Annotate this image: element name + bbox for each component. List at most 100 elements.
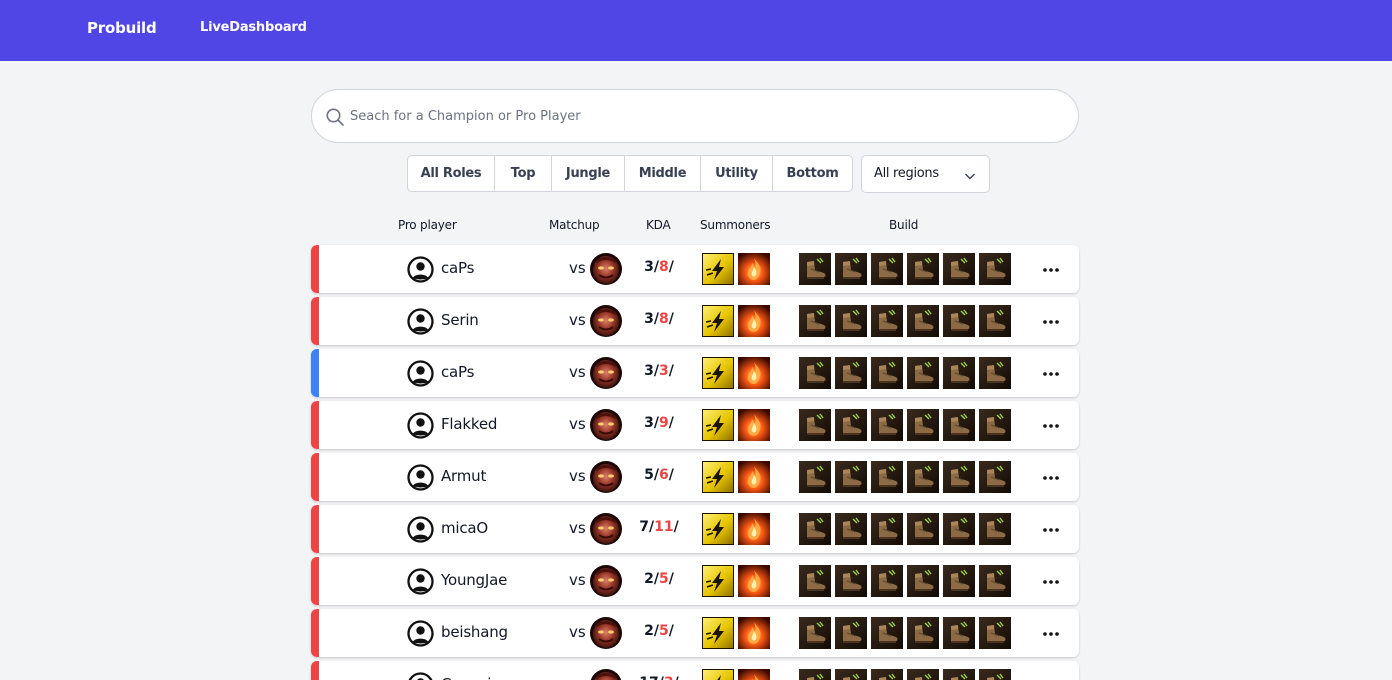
more-options-icon[interactable]: [1042, 580, 1060, 584]
kda-separator: /: [668, 415, 674, 431]
boots-item-icon: [943, 669, 975, 680]
kda-separator: /: [674, 675, 679, 680]
kills: 2: [644, 623, 654, 639]
role-filter-bottom[interactable]: Bottom: [773, 156, 852, 191]
more-options-icon[interactable]: [1042, 528, 1060, 532]
boots-item-icon: [943, 357, 975, 389]
boots-item-icon: [871, 357, 903, 389]
kda-value: 5/6/: [629, 467, 689, 483]
kills: 3: [644, 363, 654, 379]
match-row[interactable]: beishang 3 vs 2/5/: [311, 609, 1079, 657]
boots-item-icon: [799, 253, 831, 285]
player-name[interactable]: Serin: [441, 311, 479, 329]
ignite-icon: [738, 617, 770, 649]
match-row[interactable]: Crownie 10 vs 17/3/: [311, 661, 1079, 680]
role-filter-jungle[interactable]: Jungle: [552, 156, 625, 191]
boots-item-icon: [835, 305, 867, 337]
champion-portrait-icon: 1: [535, 305, 567, 337]
role-filter-utility[interactable]: Utility: [701, 156, 773, 191]
more-options-icon[interactable]: [1042, 632, 1060, 636]
player-avatar-icon: [407, 256, 434, 283]
deaths: 8: [659, 311, 669, 327]
kills: 3: [644, 311, 654, 327]
ignite-icon: [738, 409, 770, 441]
match-row[interactable]: micaO 7 vs 7/11/: [311, 505, 1079, 553]
player-name[interactable]: beishang: [441, 623, 508, 641]
player-name[interactable]: micaO: [441, 519, 488, 537]
boots-item-icon: [979, 305, 1011, 337]
kills: 17: [639, 675, 658, 680]
search-input[interactable]: [350, 102, 1050, 130]
boots-item-icon: [871, 617, 903, 649]
player-avatar-icon: [407, 308, 434, 335]
player-name[interactable]: Crownie: [441, 675, 500, 680]
ignite-icon: [738, 513, 770, 545]
more-options-icon[interactable]: [1042, 268, 1060, 272]
boots-item-icon: [943, 409, 975, 441]
vs-label: vs: [569, 467, 586, 485]
vs-label: vs: [569, 259, 586, 277]
role-filter-top[interactable]: Top: [495, 156, 552, 191]
more-options-icon[interactable]: [1042, 424, 1060, 428]
champion-portrait-icon: 3: [535, 617, 567, 649]
boots-item-icon: [907, 669, 939, 680]
search-bar[interactable]: [311, 89, 1079, 143]
player-name[interactable]: Armut: [441, 467, 486, 485]
match-row[interactable]: Serin 1 vs 3/8/: [311, 297, 1079, 345]
kda-separator: /: [668, 259, 674, 275]
boots-item-icon: [799, 357, 831, 389]
kda-separator: /: [668, 363, 674, 379]
player-name[interactable]: caPs: [441, 363, 474, 381]
player-name[interactable]: Flakked: [441, 415, 497, 433]
opponent-champion-portrait-icon: [590, 409, 622, 441]
boots-item-icon: [799, 461, 831, 493]
player-avatar-icon: [407, 412, 434, 439]
opponent-champion-portrait-icon: [590, 669, 622, 680]
opponent-champion-portrait-icon: [590, 565, 622, 597]
nav-link-livedashboard[interactable]: LiveDashboard: [200, 20, 307, 35]
match-row[interactable]: YoungJae 2 vs 2/5/: [311, 557, 1079, 605]
boots-item-icon: [799, 565, 831, 597]
boots-item-icon: [907, 305, 939, 337]
match-row[interactable]: Flakked 6 vs 3/9/: [311, 401, 1079, 449]
role-filter-all-roles[interactable]: All Roles: [408, 156, 495, 191]
boots-item-icon: [871, 669, 903, 680]
boots-item-icon: [835, 253, 867, 285]
boots-item-icon: [943, 461, 975, 493]
player-name[interactable]: YoungJae: [441, 571, 507, 589]
more-options-icon[interactable]: [1042, 372, 1060, 376]
brand-logo-link[interactable]: Probuild: [87, 19, 157, 37]
flash-icon: [702, 305, 734, 337]
champion-portrait-icon: 3: [535, 357, 567, 389]
match-row[interactable]: caPs 2 vs 3/8/: [311, 245, 1079, 293]
kda-value: 2/5/: [629, 571, 689, 587]
boots-item-icon: [943, 253, 975, 285]
boots-item-icon: [979, 669, 1011, 680]
role-filter-middle[interactable]: Middle: [625, 156, 701, 191]
vs-label: vs: [569, 623, 586, 641]
boots-item-icon: [835, 461, 867, 493]
more-options-icon[interactable]: [1042, 476, 1060, 480]
boots-item-icon: [871, 305, 903, 337]
boots-item-icon: [979, 461, 1011, 493]
kda-separator: /: [668, 311, 674, 327]
player-name[interactable]: caPs: [441, 259, 474, 277]
vs-label: vs: [569, 571, 586, 589]
kills: 7: [639, 519, 649, 535]
boots-item-icon: [907, 461, 939, 493]
team-side-indicator: [311, 505, 319, 553]
champion-portrait-icon: 2: [535, 253, 567, 285]
kda-value: 17/3/: [629, 675, 689, 680]
boots-item-icon: [979, 357, 1011, 389]
match-row[interactable]: caPs 3 vs 3/3/: [311, 349, 1079, 397]
player-avatar-icon: [407, 568, 434, 595]
more-options-icon[interactable]: [1042, 320, 1060, 324]
boots-item-icon: [907, 253, 939, 285]
column-header-build: Build: [889, 218, 919, 232]
match-row[interactable]: Armut 4 vs 5/6/: [311, 453, 1079, 501]
player-avatar-icon: [407, 360, 434, 387]
ignite-icon: [738, 305, 770, 337]
flash-icon: [702, 617, 734, 649]
region-select[interactable]: All regions: [861, 155, 990, 193]
kda-separator: /: [668, 623, 674, 639]
